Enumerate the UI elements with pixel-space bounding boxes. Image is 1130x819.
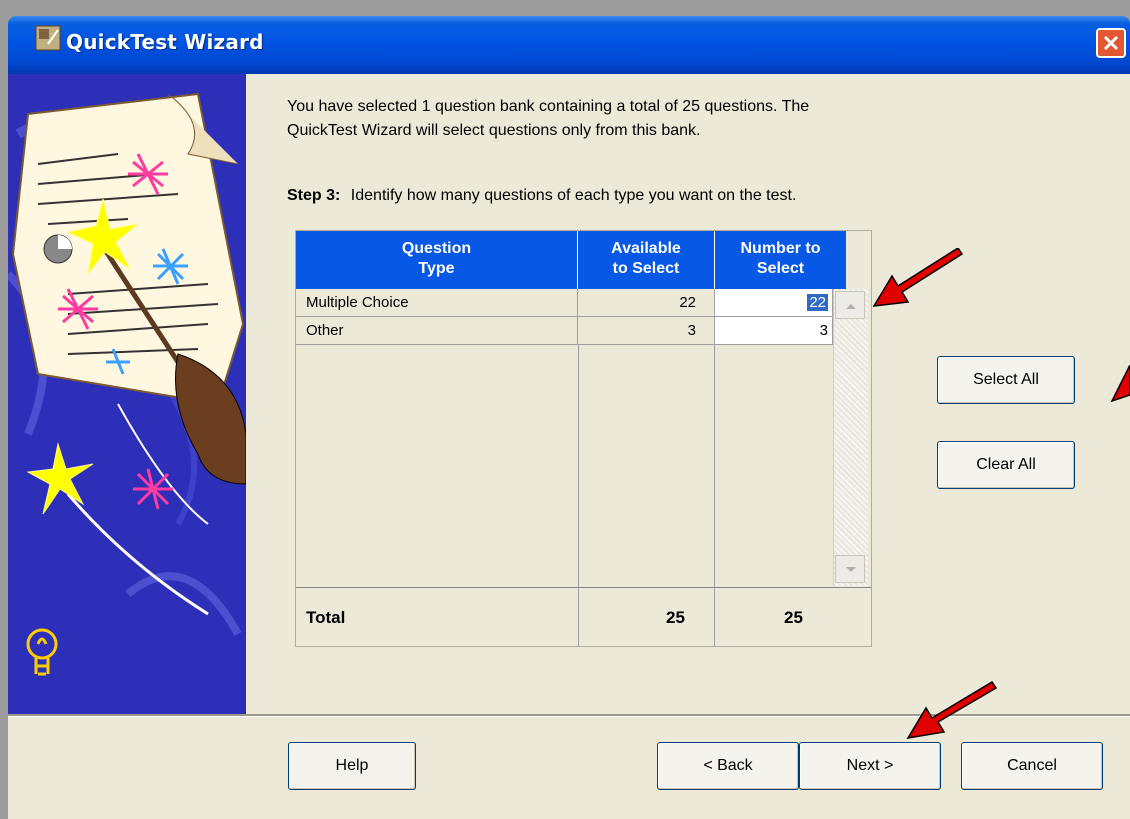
scroll-up-icon bbox=[846, 304, 856, 309]
column-divider bbox=[578, 588, 579, 646]
scroll-up-button[interactable] bbox=[835, 291, 865, 319]
header-number-line-1: Number to bbox=[740, 240, 821, 257]
close-button[interactable] bbox=[1096, 28, 1126, 58]
table-scrollbar[interactable] bbox=[833, 289, 868, 586]
total-available: 25 bbox=[666, 608, 685, 627]
step-label: Step 3: bbox=[287, 187, 341, 204]
number-input-value[interactable]: 22 bbox=[807, 294, 828, 311]
next-button[interactable]: Next > bbox=[799, 742, 941, 790]
row-multiple-choice-available: 22 bbox=[578, 289, 715, 317]
header-question-type: Question Type bbox=[296, 231, 578, 289]
row-multiple-choice-type[interactable]: Multiple Choice bbox=[296, 289, 578, 317]
step-text: Identify how many questions of each type… bbox=[350, 187, 797, 204]
intro-line-1: You have selected 1 question bank contai… bbox=[287, 98, 810, 115]
header-available: Available to Select bbox=[578, 231, 715, 289]
column-divider bbox=[714, 345, 715, 587]
close-icon bbox=[1103, 35, 1119, 51]
header-question-type-line-2: Type bbox=[418, 260, 455, 277]
quicktest-app-icon bbox=[35, 25, 61, 51]
header-number-to-select: Number to Select bbox=[715, 231, 846, 289]
back-button[interactable]: < Back bbox=[657, 742, 799, 790]
red-arrow-icon bbox=[906, 680, 998, 740]
wizard-illustration-art bbox=[8, 92, 246, 676]
red-arrow-icon bbox=[872, 248, 964, 307]
column-divider bbox=[578, 345, 579, 587]
intro-line-2: QuickTest Wizard will select questions o… bbox=[287, 122, 701, 139]
wizard-window: QuickTest Wizard You have selected 1 que… bbox=[0, 0, 1130, 819]
select-all-button[interactable]: Select All bbox=[937, 356, 1075, 404]
scroll-down-icon bbox=[846, 567, 856, 572]
header-available-line-2: to Select bbox=[612, 260, 680, 277]
total-row: Total 25 25 bbox=[296, 587, 871, 646]
row-other-number-input[interactable]: 3 bbox=[715, 317, 833, 345]
row-multiple-choice-number-input[interactable]: 22 bbox=[715, 289, 833, 317]
total-number: 25 bbox=[784, 608, 803, 627]
cancel-button[interactable]: Cancel bbox=[961, 742, 1103, 790]
clear-all-button[interactable]: Clear All bbox=[937, 441, 1075, 489]
window-title: QuickTest Wizard bbox=[66, 30, 264, 54]
help-button[interactable]: Help bbox=[288, 742, 416, 790]
column-divider bbox=[714, 588, 715, 646]
question-type-table: Question Type Available to Select Number… bbox=[295, 230, 872, 647]
wizard-illustration bbox=[8, 74, 246, 714]
header-available-line-1: Available bbox=[611, 240, 681, 257]
scroll-down-button[interactable] bbox=[835, 555, 865, 583]
red-arrow-icon bbox=[1110, 365, 1130, 403]
header-question-type-line-1: Question bbox=[401, 240, 472, 257]
total-label: Total bbox=[306, 608, 346, 627]
intro-text: You have selected 1 question bank contai… bbox=[287, 95, 1047, 143]
step-instruction: Step 3: Identify how many questions of e… bbox=[287, 187, 796, 205]
row-other-type[interactable]: Other bbox=[296, 317, 578, 345]
header-number-line-2: Select bbox=[756, 260, 805, 277]
row-other-available: 3 bbox=[578, 317, 715, 345]
title-bar[interactable]: QuickTest Wizard bbox=[8, 16, 1130, 74]
